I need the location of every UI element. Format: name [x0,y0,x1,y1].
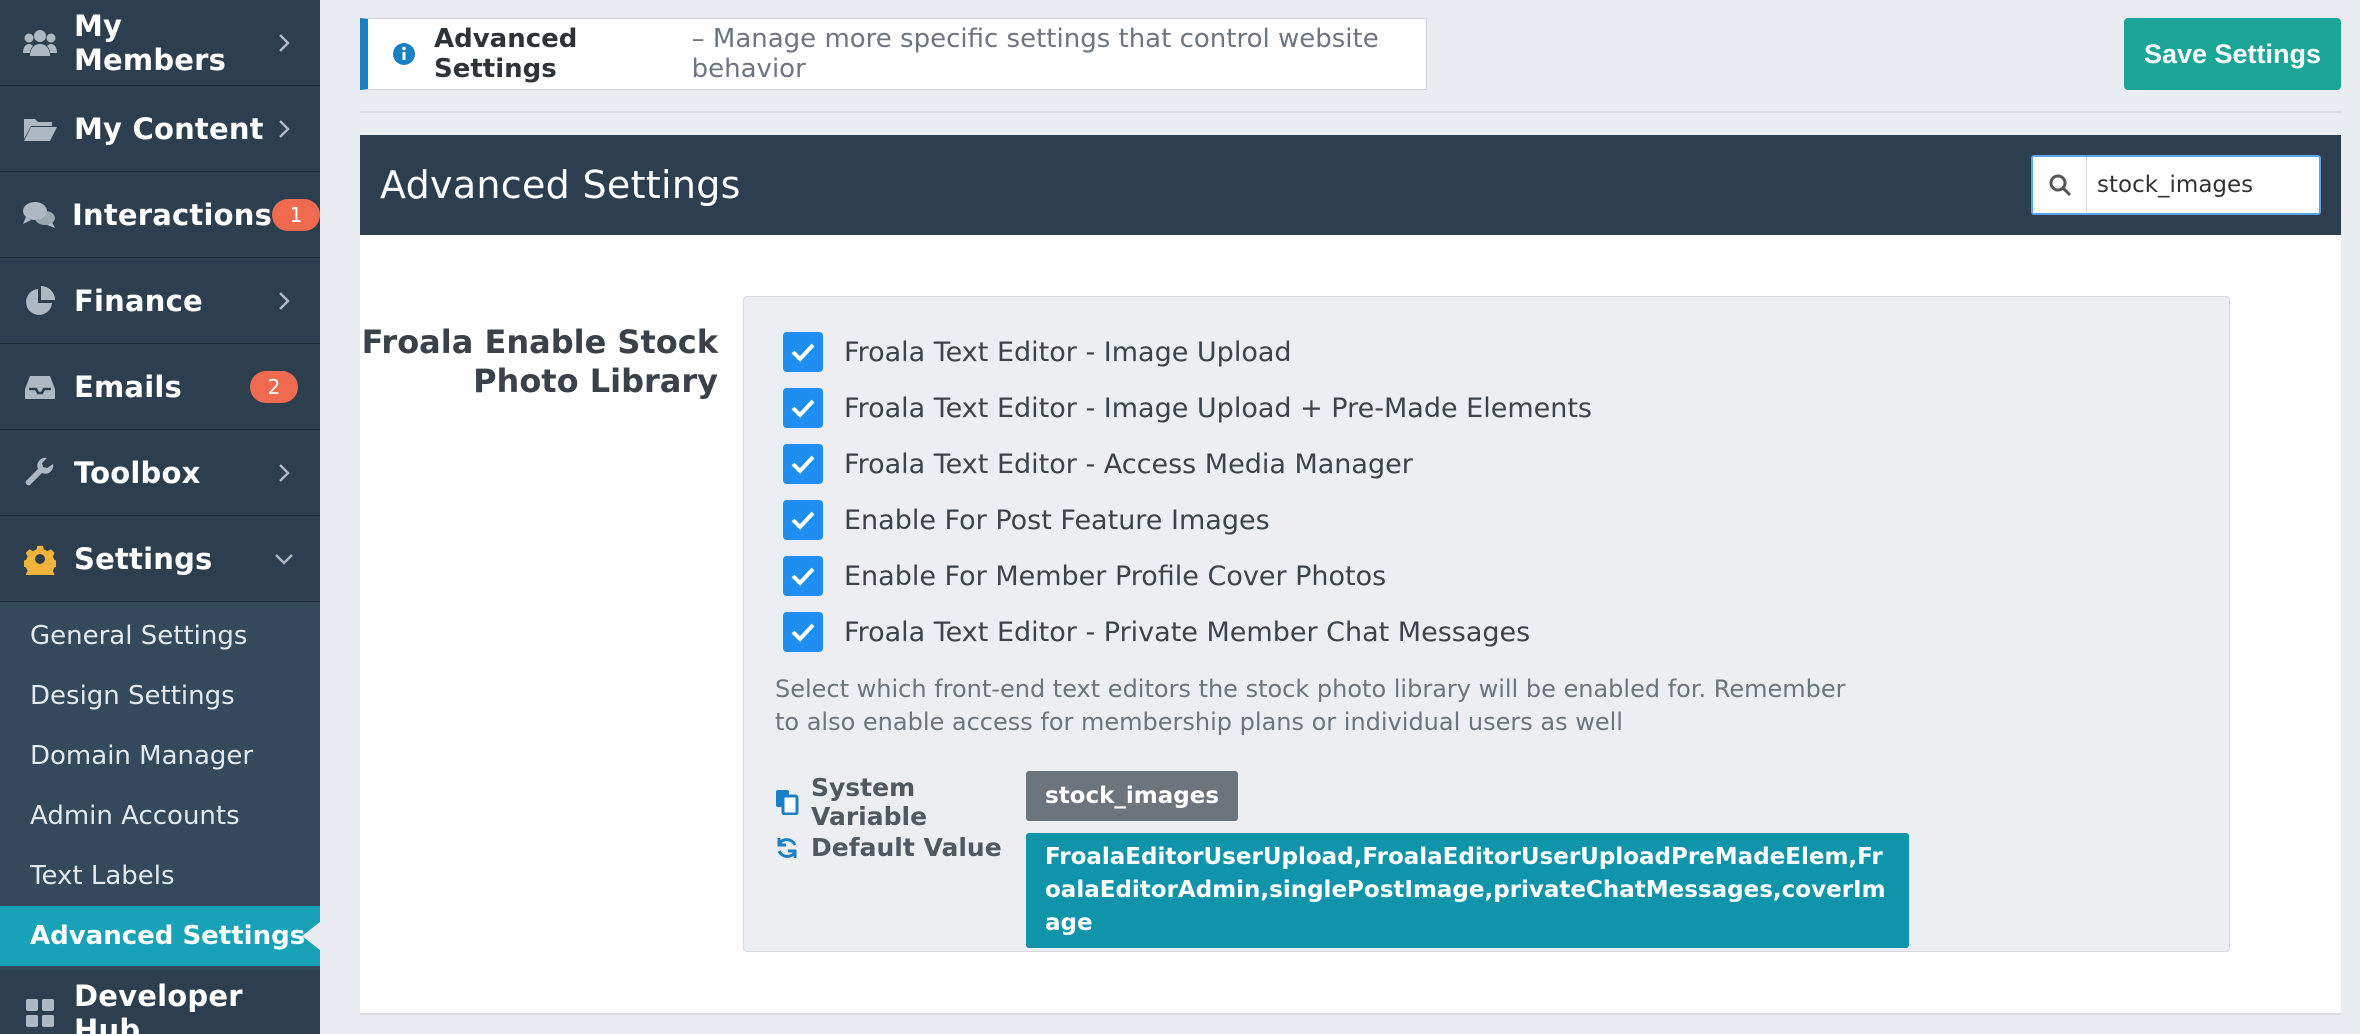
chevron-right-icon [270,115,298,143]
option-checkbox-media-manager[interactable]: Froala Text Editor - Access Media Manage… [783,444,1413,484]
save-settings-button[interactable]: Save Settings [2124,18,2341,90]
checkbox-checked[interactable] [783,500,823,540]
system-variable-row: System Variable [775,773,1025,831]
default-value-row: Default Value [775,833,1025,862]
sidebar-item-label: Developer Hub [74,978,243,1034]
default-value-badge[interactable]: FroalaEditorUserUpload,FroalaEditorUserU… [1026,833,1909,948]
option-checkbox-private-chat[interactable]: Froala Text Editor - Private Member Chat… [783,612,1530,652]
alert-title: Advanced Settings [434,24,578,84]
option-label: Froala Text Editor - Access Media Manage… [844,448,1413,480]
option-checkbox-image-upload[interactable]: Froala Text Editor - Image Upload [783,332,1292,372]
system-variable-badge[interactable]: stock_images [1026,771,1239,821]
option-checkbox-post-feature-images[interactable]: Enable For Post Feature Images [783,500,1270,540]
panel-body: Froala Enable Stock Photo Library Froala… [360,235,2341,1015]
option-checkbox-image-upload-premade[interactable]: Froala Text Editor - Image Upload + Pre-… [783,388,1592,428]
grid-icon [22,995,58,1031]
sidebar-item-label: Finance [74,283,203,318]
chevron-right-icon [270,459,298,487]
default-value-label-text: Default Value [811,833,1002,862]
copy-icon [775,789,799,815]
sidebar-item-my-content[interactable]: My Content [0,86,320,172]
sidebar-item-label: Settings [74,541,213,576]
sidebar-item-label: Emails [74,369,182,404]
setting-options-box: Froala Text Editor - Image Upload Froala… [743,296,2230,952]
comments-icon [22,197,56,233]
settings-search [2031,155,2321,215]
folder-open-icon [22,111,58,147]
chevron-right-icon [270,29,298,57]
system-variable-label: System Variable [775,773,1025,831]
option-label: Froala Text Editor - Image Upload + Pre-… [844,392,1592,424]
notification-badge: 2 [250,370,298,403]
settings-submenu: General Settings Design Settings Domain … [0,602,320,970]
submenu-advanced-settings[interactable]: Advanced Settings [0,906,320,966]
checkbox-checked[interactable] [783,444,823,484]
system-variable-label-text: System Variable [811,773,928,831]
refresh-icon [775,836,799,860]
option-label: Froala Text Editor - Private Member Chat… [844,616,1531,648]
option-label: Enable For Post Feature Images [844,504,1270,536]
panel-header: Advanced Settings [360,135,2341,235]
chevron-down-icon [270,545,298,573]
search-input[interactable] [2087,172,2307,198]
wrench-icon [22,455,58,491]
users-icon [22,25,58,61]
option-label: Enable For Member Profile Cover Photos [844,560,1387,592]
chevron-right-icon [270,287,298,315]
notification-badge: 1 [272,198,320,231]
divider [360,111,2341,113]
alert-description: – Manage more specific settings that con… [691,24,1379,84]
checkbox-checked[interactable] [783,388,823,428]
sidebar-item-my-members[interactable]: My Members [0,0,320,86]
pie-chart-icon [22,283,58,319]
submenu-domain-manager[interactable]: Domain Manager [0,726,320,786]
gear-icon [22,541,58,577]
sidebar-item-emails[interactable]: Emails 2 [0,344,320,430]
sidebar-item-label: My Members [74,8,227,77]
option-checkbox-profile-cover[interactable]: Enable For Member Profile Cover Photos [783,556,1386,596]
setting-label: Froala Enable Stock Photo Library [361,323,718,400]
submenu-admin-accounts[interactable]: Admin Accounts [0,786,320,846]
submenu-design-settings[interactable]: Design Settings [0,666,320,726]
sidebar-item-label: My Content [74,111,264,146]
info-icon [392,42,416,66]
checkbox-checked[interactable] [783,332,823,372]
sidebar-item-finance[interactable]: Finance [0,258,320,344]
sidebar-item-interactions[interactable]: Interactions 1 [0,172,320,258]
sidebar-item-developer-hub[interactable]: Developer Hub [0,970,320,1034]
checkbox-checked[interactable] [783,612,823,652]
sidebar: My Members My Content Interactions 1 Fin… [0,0,320,1034]
inbox-icon [22,369,58,405]
submenu-general-settings[interactable]: General Settings [0,606,320,666]
page-info-alert: Advanced Settings – Manage more specific… [360,18,1427,90]
sidebar-item-label: Toolbox [74,455,201,490]
setting-help-text: Select which front-end text editors the … [775,675,1846,736]
sidebar-item-toolbox[interactable]: Toolbox [0,430,320,516]
default-value-label: Default Value [775,833,1025,862]
sidebar-item-settings[interactable]: Settings [0,516,320,602]
option-label: Froala Text Editor - Image Upload [844,336,1292,368]
submenu-text-labels[interactable]: Text Labels [0,846,320,906]
search-icon[interactable] [2033,157,2087,213]
sidebar-item-label: Interactions [72,197,273,232]
checkbox-checked[interactable] [783,556,823,596]
panel-title: Advanced Settings [380,163,741,207]
